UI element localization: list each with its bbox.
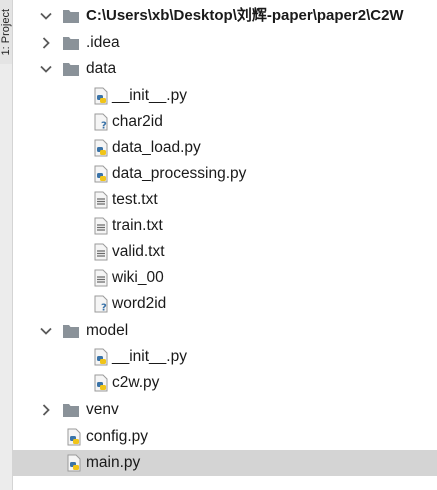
tree-item-label: valid.txt xyxy=(112,243,165,260)
tree-item-label: data_load.py xyxy=(112,139,201,156)
python-file-icon xyxy=(92,139,110,157)
python-file-icon xyxy=(92,165,110,183)
tree-file-main[interactable]: main.py xyxy=(12,450,437,476)
text-file-icon xyxy=(92,191,110,209)
tree-item-label: main.py xyxy=(86,454,141,471)
tree-file-valid-txt[interactable]: valid.txt xyxy=(12,239,437,265)
chevron-down-icon[interactable] xyxy=(39,62,53,76)
project-tool-tab-label: 1: Project xyxy=(0,8,12,56)
text-file-icon xyxy=(92,217,110,235)
tree-item-label: wiki_00 xyxy=(112,269,164,286)
tree-item-label: config.py xyxy=(86,428,149,445)
tree-item-label: data_processing.py xyxy=(112,165,247,182)
tree-folder-venv[interactable]: venv xyxy=(12,397,437,423)
tree-item-label: __init__.py xyxy=(112,87,187,104)
folder-icon xyxy=(62,60,80,78)
tree-file-word2id[interactable]: ? word2id xyxy=(12,291,437,317)
text-file-icon xyxy=(92,269,110,287)
tree-item-label: c2w.py xyxy=(112,374,160,391)
python-file-icon xyxy=(65,454,83,472)
tree-file-char2id[interactable]: ? char2id xyxy=(12,109,437,135)
tree-file-data-processing[interactable]: data_processing.py xyxy=(12,161,437,187)
python-file-icon xyxy=(92,87,110,105)
tree-item-label: data xyxy=(86,60,117,77)
project-tree: C:\Users\xb\Desktop\刘辉-paper\paper2\C2W … xyxy=(12,0,437,490)
folder-icon xyxy=(62,34,80,52)
folder-icon xyxy=(62,7,80,25)
tree-item-label: word2id xyxy=(112,295,167,312)
tree-item-label: model xyxy=(86,322,129,339)
tree-file-test-txt[interactable]: test.txt xyxy=(12,187,437,213)
python-file-icon xyxy=(92,374,110,392)
tree-file-data-init[interactable]: __init__.py xyxy=(12,83,437,109)
tree-item-label: __init__.py xyxy=(112,348,187,365)
tree-file-train-txt[interactable]: train.txt xyxy=(12,213,437,239)
tree-root-row[interactable]: C:\Users\xb\Desktop\刘辉-paper\paper2\C2W xyxy=(12,3,437,29)
tree-item-label: test.txt xyxy=(112,191,158,208)
chevron-right-icon[interactable] xyxy=(39,403,53,417)
tree-item-label: train.txt xyxy=(112,217,163,234)
tree-file-model-init[interactable]: __init__.py xyxy=(12,344,437,370)
folder-icon xyxy=(62,401,80,419)
folder-icon xyxy=(62,322,80,340)
chevron-right-icon[interactable] xyxy=(39,36,53,50)
tree-file-config[interactable]: config.py xyxy=(12,424,437,450)
tree-item-label: .idea xyxy=(86,34,120,51)
tree-folder-idea[interactable]: .idea xyxy=(12,30,437,56)
tree-file-wiki-00[interactable]: wiki_00 xyxy=(12,265,437,291)
tree-folder-data[interactable]: data xyxy=(12,56,437,82)
tree-file-c2w[interactable]: c2w.py xyxy=(12,370,437,396)
tree-root-label: C:\Users\xb\Desktop\刘辉-paper\paper2\C2W xyxy=(86,7,404,24)
python-file-icon xyxy=(92,348,110,366)
svg-text:?: ? xyxy=(101,303,107,314)
chevron-down-icon[interactable] xyxy=(39,9,53,23)
text-file-icon xyxy=(92,243,110,261)
unknown-file-icon: ? xyxy=(92,295,110,313)
python-file-icon xyxy=(65,428,83,446)
tree-file-data-load[interactable]: data_load.py xyxy=(12,135,437,161)
tree-item-label: venv xyxy=(86,401,119,418)
unknown-file-icon: ? xyxy=(92,113,110,131)
tree-folder-model[interactable]: model xyxy=(12,318,437,344)
tree-item-label: char2id xyxy=(112,113,163,130)
svg-text:?: ? xyxy=(101,121,107,132)
chevron-down-icon[interactable] xyxy=(39,324,53,338)
project-tool-tab[interactable]: 1: Project xyxy=(0,0,12,64)
